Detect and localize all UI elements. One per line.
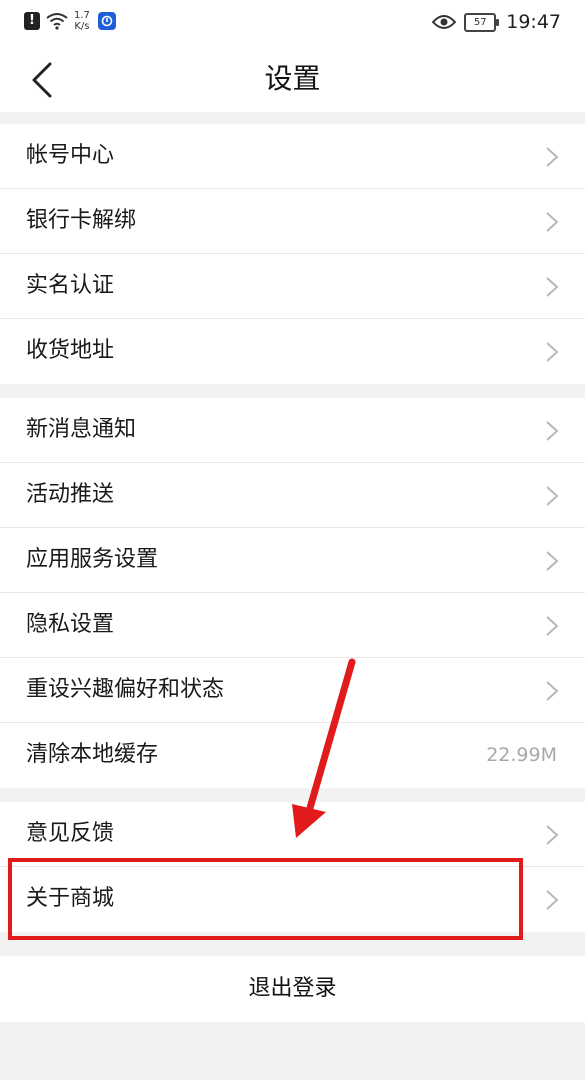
row-label: 收货地址	[26, 338, 115, 363]
cache-size-value: 22.99M	[486, 744, 557, 766]
row-label: 帐号中心	[26, 143, 115, 168]
settings-row-feedback[interactable]: 意见反馈	[0, 802, 585, 867]
settings-group-account: 帐号中心 银行卡解绑 实名认证 收货地址	[0, 124, 585, 384]
network-speed-unit: K/s	[74, 21, 90, 32]
status-bar-left: ! 1.7 K/s	[24, 10, 116, 32]
settings-row-activity-push[interactable]: 活动推送	[0, 463, 585, 528]
settings-row-reset-interest-preferences[interactable]: 重设兴趣偏好和状态	[0, 658, 585, 723]
battery-icon: 57	[464, 12, 500, 32]
chevron-right-icon	[546, 147, 559, 167]
settings-group-about: 意见反馈 关于商城	[0, 802, 585, 932]
row-label: 新消息通知	[26, 417, 137, 442]
row-label: 活动推送	[26, 482, 115, 507]
clock: 19:47	[506, 11, 561, 33]
page-title: 设置	[264, 62, 321, 95]
row-label: 银行卡解绑	[26, 208, 137, 233]
nav-bar: 设置	[0, 46, 585, 112]
settings-group-preferences: 新消息通知 活动推送 应用服务设置 隐私设置 重设兴趣偏好和状态 清除本地缓存 …	[0, 398, 585, 788]
row-label: 实名认证	[26, 273, 115, 298]
network-speed: 1.7 K/s	[74, 10, 90, 32]
chevron-right-icon	[546, 212, 559, 232]
settings-row-unbind-bank-card[interactable]: 银行卡解绑	[0, 189, 585, 254]
chevron-right-icon	[546, 616, 559, 636]
settings-row-about-mall[interactable]: 关于商城	[0, 867, 585, 932]
settings-row-clear-local-cache[interactable]: 清除本地缓存 22.99M	[0, 723, 585, 788]
shield-icon	[101, 15, 113, 27]
logout-button[interactable]: 退出登录	[0, 956, 585, 1022]
chevron-right-icon	[546, 551, 559, 571]
back-button[interactable]	[22, 60, 62, 100]
chevron-right-icon	[546, 342, 559, 362]
chevron-right-icon	[546, 681, 559, 701]
wifi-icon	[46, 13, 68, 30]
chevron-right-icon	[546, 277, 559, 297]
settings-row-real-name-verification[interactable]: 实名认证	[0, 254, 585, 319]
row-label: 隐私设置	[26, 612, 115, 637]
chevron-right-icon	[546, 421, 559, 441]
chevron-right-icon	[546, 486, 559, 506]
row-label: 应用服务设置	[26, 547, 159, 572]
status-bar: ! 1.7 K/s 57 19:47	[0, 0, 585, 46]
settings-row-privacy-settings[interactable]: 隐私设置	[0, 593, 585, 658]
settings-row-shipping-address[interactable]: 收货地址	[0, 319, 585, 384]
eye-icon	[432, 15, 457, 29]
row-label: 意见反馈	[26, 821, 115, 846]
network-speed-value: 1.7	[74, 10, 90, 21]
alert-icon: !	[24, 12, 40, 30]
settings-row-account-center[interactable]: 帐号中心	[0, 124, 585, 189]
row-label: 关于商城	[26, 886, 115, 911]
settings-row-new-message-notification[interactable]: 新消息通知	[0, 398, 585, 463]
chevron-right-icon	[546, 825, 559, 845]
app-notification-icon	[97, 12, 116, 30]
settings-row-app-service-settings[interactable]: 应用服务设置	[0, 528, 585, 593]
row-label: 重设兴趣偏好和状态	[26, 677, 225, 702]
status-bar-right: 57 19:47	[432, 11, 561, 33]
chevron-right-icon	[546, 890, 559, 910]
row-label: 清除本地缓存	[26, 742, 159, 767]
